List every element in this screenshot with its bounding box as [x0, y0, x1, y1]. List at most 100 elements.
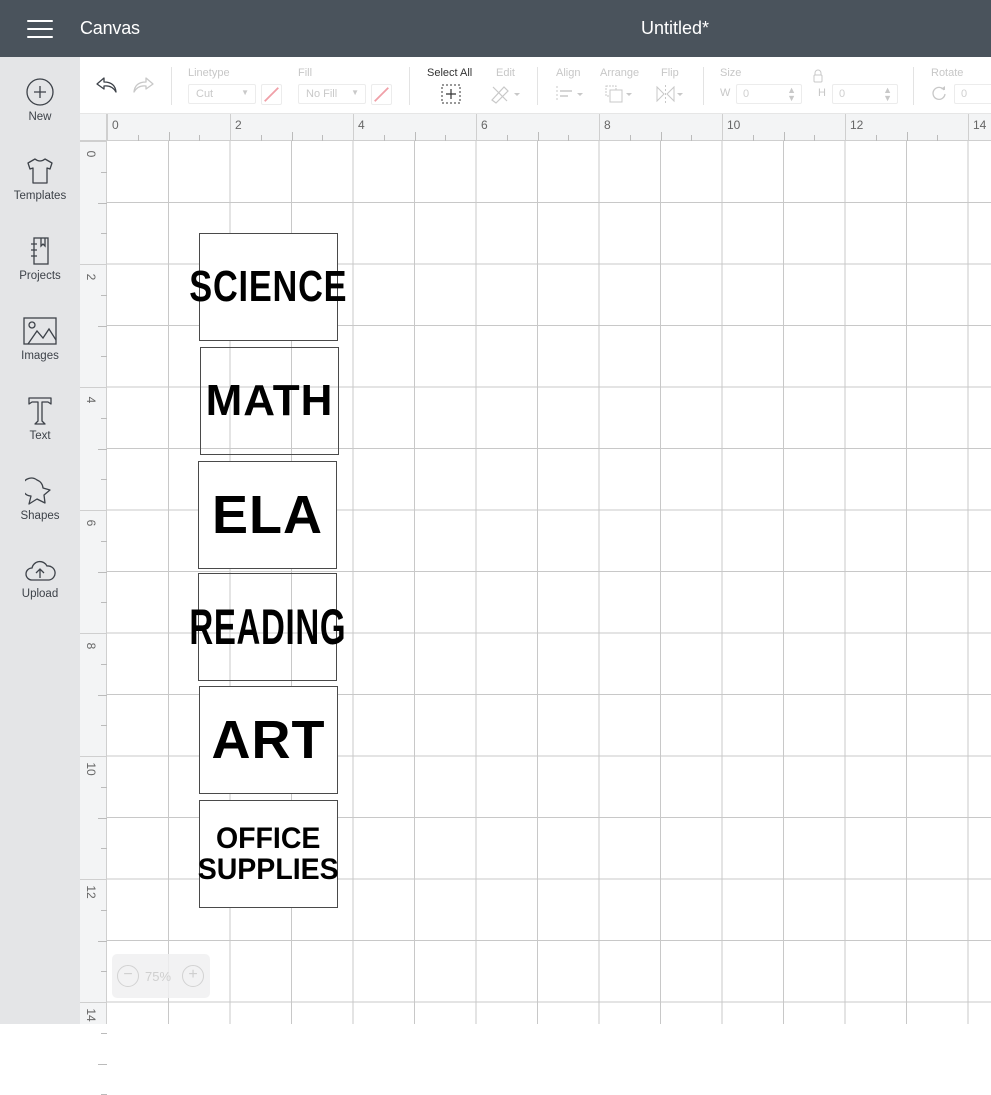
ruler-major-tick: [80, 510, 107, 511]
card-text-line: ELA: [212, 484, 323, 545]
ruler-label-y: 6: [84, 519, 98, 527]
ruler-major-tick: [80, 756, 107, 757]
select-all-icon[interactable]: [441, 84, 461, 104]
ruler-minor-tick: [98, 694, 107, 696]
ruler-major-tick: [845, 114, 846, 141]
sidebar-label: Templates: [13, 190, 67, 202]
vertical-ruler: 0 2 4 6 8 10 12 14: [80, 141, 107, 1095]
sidebar-item-upload[interactable]: Upload: [0, 556, 80, 626]
redo-icon[interactable]: [131, 74, 155, 96]
ruler-minor-tick: [98, 325, 107, 327]
sidebar-item-shapes[interactable]: Shapes: [0, 476, 80, 546]
align-icon[interactable]: [555, 84, 587, 104]
stepper-icon[interactable]: ▲ ▼: [883, 86, 892, 103]
flip-icon[interactable]: [655, 84, 687, 104]
ruler-major-tick: [80, 264, 107, 265]
card-text: ART: [211, 709, 326, 770]
ruler-label-x: 10: [727, 118, 741, 132]
menu-icon[interactable]: [27, 20, 53, 38]
ruler-label-y: 14: [84, 1008, 98, 1022]
card-text: MATH: [205, 375, 334, 425]
card-text-line: SCIENCE: [189, 261, 348, 311]
ruler-label-x: 6: [481, 118, 488, 132]
ruler-label-x: 8: [604, 118, 611, 132]
fill-label: Fill: [298, 67, 313, 79]
label-card-science[interactable]: SCIENCE: [189, 233, 347, 341]
ruler-label-y: 12: [84, 885, 98, 899]
card-text-line: MATH: [205, 375, 334, 425]
fill-color-swatch[interactable]: [371, 84, 392, 105]
ruler-major-tick: [80, 633, 107, 634]
chevron-down-icon: ▼: [351, 88, 359, 97]
sidebar-item-new[interactable]: New: [0, 77, 80, 147]
sidebar-label: Images: [21, 350, 59, 362]
sidebar-label: Text: [29, 430, 51, 442]
undo-icon[interactable]: [95, 74, 119, 96]
width-input[interactable]: 0 ▲ ▼: [736, 84, 802, 104]
ruler-minor-tick: [783, 132, 785, 141]
ruler-minor-tick: [98, 1063, 107, 1065]
zoom-in-button[interactable]: +: [182, 965, 204, 987]
ruler-label-y: 0: [84, 150, 98, 158]
ruler-label-y: 2: [84, 273, 98, 281]
sidebar-item-projects[interactable]: Projects: [0, 236, 80, 306]
arrange-icon[interactable]: [604, 84, 636, 104]
linetype-label: Linetype: [188, 67, 230, 79]
sidebar-label: Projects: [19, 270, 61, 282]
card-text-line: OFFICE: [216, 821, 321, 855]
sidebar-item-text[interactable]: Text: [0, 396, 80, 466]
card-text: OFFICE SUPPLIES: [198, 821, 339, 886]
linetype-value: Cut: [196, 88, 214, 100]
height-label: H: [818, 87, 826, 99]
rotate-value: 0: [961, 88, 968, 100]
sidebar-item-templates[interactable]: Templates: [0, 156, 80, 226]
ruler-label-x: 0: [112, 118, 119, 132]
app-title: Canvas: [80, 18, 140, 38]
ruler-major-tick: [353, 114, 354, 141]
label-card-office-supplies[interactable]: OFFICE SUPPLIES: [198, 800, 339, 908]
height-input[interactable]: 0 ▲ ▼: [832, 84, 898, 104]
fill-select[interactable]: No Fill ▼: [298, 84, 366, 104]
label-card-art[interactable]: ART: [199, 686, 338, 794]
sidebar: New Templates Projects Images Text Shape…: [0, 57, 80, 1024]
label-card-math[interactable]: MATH: [200, 347, 339, 455]
ruler-corner: [80, 114, 107, 141]
linetype-color-swatch[interactable]: [261, 84, 282, 105]
ruler-major-tick: [80, 141, 107, 142]
label-card-reading[interactable]: READING: [189, 573, 345, 681]
sidebar-item-images[interactable]: Images: [0, 316, 80, 386]
ruler-label-x: 2: [235, 118, 242, 132]
linetype-select[interactable]: Cut ▼: [188, 84, 256, 104]
ruler-label-y: 4: [84, 396, 98, 404]
sidebar-label: Shapes: [20, 510, 60, 522]
ruler-minor-tick: [98, 448, 107, 450]
ruler-minor-tick: [98, 571, 107, 573]
ruler-minor-tick: [98, 202, 107, 204]
sidebar-label: Upload: [21, 588, 59, 600]
card-text-line: ART: [211, 709, 326, 770]
card-text: READING: [189, 601, 346, 654]
chevron-down-icon: ▼: [241, 88, 249, 97]
edit-icon[interactable]: [490, 84, 522, 104]
ruler-label-x: 12: [850, 118, 864, 132]
design-canvas[interactable]: SCIENCE MATH ELA READING ART OFFICE SUPPLIES: [107, 141, 991, 1024]
ruler-label-y: 8: [84, 642, 98, 650]
ruler-major-tick: [230, 114, 231, 141]
ruler-major-tick: [80, 879, 107, 880]
notebook-icon: [31, 237, 49, 265]
rotate-input[interactable]: 0: [954, 84, 991, 104]
card-text: SCIENCE: [189, 261, 348, 311]
zoom-out-button[interactable]: −: [117, 965, 139, 987]
tshirt-icon: [27, 158, 53, 184]
stepper-icon[interactable]: ▲ ▼: [787, 86, 796, 103]
ruler-minor-tick: [414, 132, 416, 141]
plus-circle-icon: [26, 78, 54, 106]
height-value: 0: [839, 88, 846, 100]
arrange-label: Arrange: [600, 67, 640, 79]
ruler-label-x: 4: [358, 118, 365, 132]
ruler-minor-tick: [537, 132, 539, 141]
card-text-line: READING: [189, 598, 346, 655]
lock-icon[interactable]: [811, 69, 825, 83]
label-card-ela[interactable]: ELA: [198, 461, 337, 569]
document-title[interactable]: Untitled*: [641, 18, 709, 39]
